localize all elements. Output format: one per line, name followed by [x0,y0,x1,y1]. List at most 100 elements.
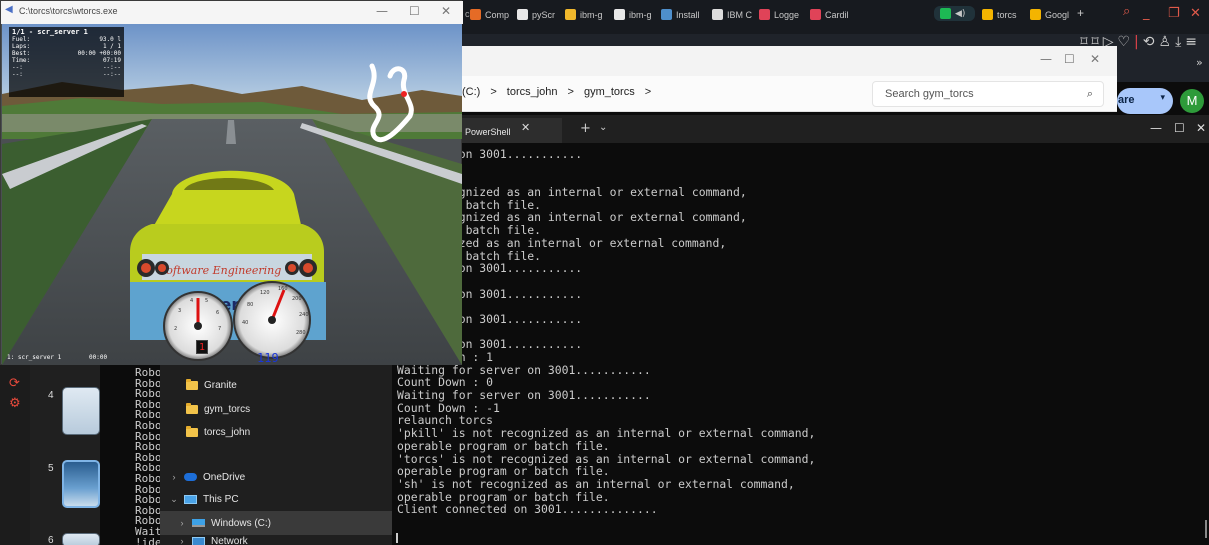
tab-fragment[interactable]: c [465,9,470,19]
nav-item-label: Network [211,536,248,545]
close-button[interactable]: ✕ [1190,6,1201,21]
account-icon[interactable]: ♙ [1159,34,1176,50]
nav-item-label: torcs_john [204,426,251,438]
terminal-scrollbar[interactable] [1205,520,1207,538]
breadcrumb-item[interactable]: (C:) [462,86,480,98]
slide-thumbnail[interactable] [62,387,100,435]
nav-item-onedrive[interactable]: › OneDrive [170,469,246,485]
svg-text:40: 40 [242,320,248,326]
svg-text:120: 120 [260,290,270,296]
chevron-right-icon[interactable]: › [170,472,178,482]
thumb-number: 5 [48,463,54,474]
share-label: are [1118,94,1135,106]
browser-tab-label: IBM C [727,9,753,20]
maximize-button[interactable]: ☐ [1174,121,1185,135]
maximize-button[interactable]: ☐ [1064,52,1075,66]
hud-row: --: --:-- [12,64,121,71]
refresh-icon[interactable]: ⟲ [1143,34,1159,50]
breadcrumb-item[interactable]: torcs_john [507,86,558,98]
breadcrumb-item[interactable]: gym_torcs [584,86,635,98]
browser-tab-label: ibm-g [580,9,603,20]
settings-icon[interactable]: ⚙ [9,397,23,411]
browser-tab[interactable]: Install [661,9,700,20]
slide-thumbnails: 4 5 6 [30,365,100,545]
chevron-down-icon[interactable]: ⌄ [599,122,607,133]
hud-label: Best: [12,50,31,57]
browser-tab[interactable]: Logge [759,9,799,20]
browser-tab-label: Googl [1045,9,1070,20]
hud-value: 07:19 [102,57,121,64]
browser-tab-label: Cardil [825,9,849,20]
hud-label: Time: [12,57,31,64]
terminal-line: Client connected on 3001.............. [397,502,658,517]
browser-tab[interactable]: Cardil [810,9,849,20]
close-tab-icon[interactable]: ✕ [521,121,530,134]
nav-item-label: OneDrive [203,471,246,483]
hud-value: --:-- [102,71,121,78]
nav-item-network[interactable]: › Network [178,536,248,545]
browser-tab[interactable]: ibm-g [614,9,652,20]
maximize-button[interactable]: ☐ [409,4,420,18]
tab-powershell[interactable]: PowerShell [462,118,562,143]
browser-tab-label: Logge [774,9,800,20]
browser-tab[interactable]: IBM C [712,9,752,20]
lap-timer: 00:00 [89,354,108,361]
browser-tab[interactable]: Comp [470,9,509,20]
browser-tab[interactable]: ◀) [934,6,976,21]
app-sidebar: ⟳ ⚙ [0,365,30,545]
hud-row: Best: 00:00 +00:00 [12,50,121,57]
browser-tab[interactable]: torcs [982,9,1017,20]
bookmark-icon [810,9,821,20]
hud-row: Fuel: 93.0 l [12,36,121,43]
close-button[interactable]: ✕ [1090,52,1100,66]
lightbulb-icon [565,9,576,20]
browser-tab-label: torcs [997,9,1017,20]
chevron-down-icon[interactable]: ⌄ [170,494,178,505]
new-tab-button[interactable]: + [580,121,591,136]
minimize-button[interactable]: — [1150,121,1162,135]
minimize-button[interactable]: — [1040,52,1052,66]
minimize-button[interactable]: _ [1143,6,1150,21]
nav-item-this-pc[interactable]: ⌄ This PC [170,491,238,507]
hud-label: Laps: [12,43,31,50]
folder-icon [186,425,198,437]
copilot-icon[interactable]: ⟳ [9,377,23,391]
new-tab-button[interactable]: + [1077,6,1084,20]
race-hud: 1/1 - scr_server 1 Fuel: 93.0 l Laps: 1 / … [9,27,124,97]
breadcrumb[interactable]: (C:) > torcs_john > gym_torcs > [462,86,651,98]
audio-icon[interactable]: ◀) [955,9,965,19]
maximize-button[interactable]: ❐ [1168,6,1180,21]
search-icon[interactable]: ⌕ [1087,87,1093,101]
avatar[interactable]: M [1180,89,1204,113]
browser-tab[interactable]: ibm-g [565,9,603,20]
svg-text:280: 280 [296,330,306,336]
share-button[interactable]: are ▾ [1117,88,1173,114]
slide-thumbnail[interactable] [62,533,100,545]
close-button[interactable]: ✕ [1196,121,1206,135]
download-icon[interactable]: ⤓ [1175,34,1185,50]
search-icon[interactable]: ⌕ [1123,4,1130,19]
nav-item-granite[interactable]: Granite [186,377,237,393]
svg-text:6: 6 [216,310,219,316]
nav-item-windows-c[interactable]: › Windows (C:) [160,511,392,535]
chevron-right-icon[interactable]: › [178,518,186,528]
hud-value: 00:00 +00:00 [77,50,121,57]
nav-item-row: › Windows (C:) [178,515,272,531]
close-button[interactable]: ✕ [441,4,451,18]
search-input[interactable]: Search gym_torcs ⌕ [872,81,1104,107]
spotify-icon [940,8,951,19]
menu-icon[interactable]: ≡ [1185,34,1201,50]
browser-tab[interactable]: Googl [1030,9,1069,20]
heart-icon[interactable]: ♡ [1117,34,1134,50]
chevron-down-icon[interactable]: ▾ [1160,93,1165,103]
chevron-right-icon[interactable]: » [1196,56,1203,69]
svg-text:2: 2 [174,326,177,332]
chevron-right-icon[interactable]: › [178,536,186,545]
nav-item-gym-torcs[interactable]: gym_torcs [186,401,250,417]
hud-label: Fuel: [12,36,31,43]
slide-thumbnail-selected[interactable] [62,460,100,508]
nav-item-torcs-john[interactable]: torcs_john [186,424,250,440]
chevron-right-icon: > [490,86,497,98]
minimize-button[interactable]: — [376,4,388,18]
browser-tab[interactable]: pyScr [517,9,555,20]
